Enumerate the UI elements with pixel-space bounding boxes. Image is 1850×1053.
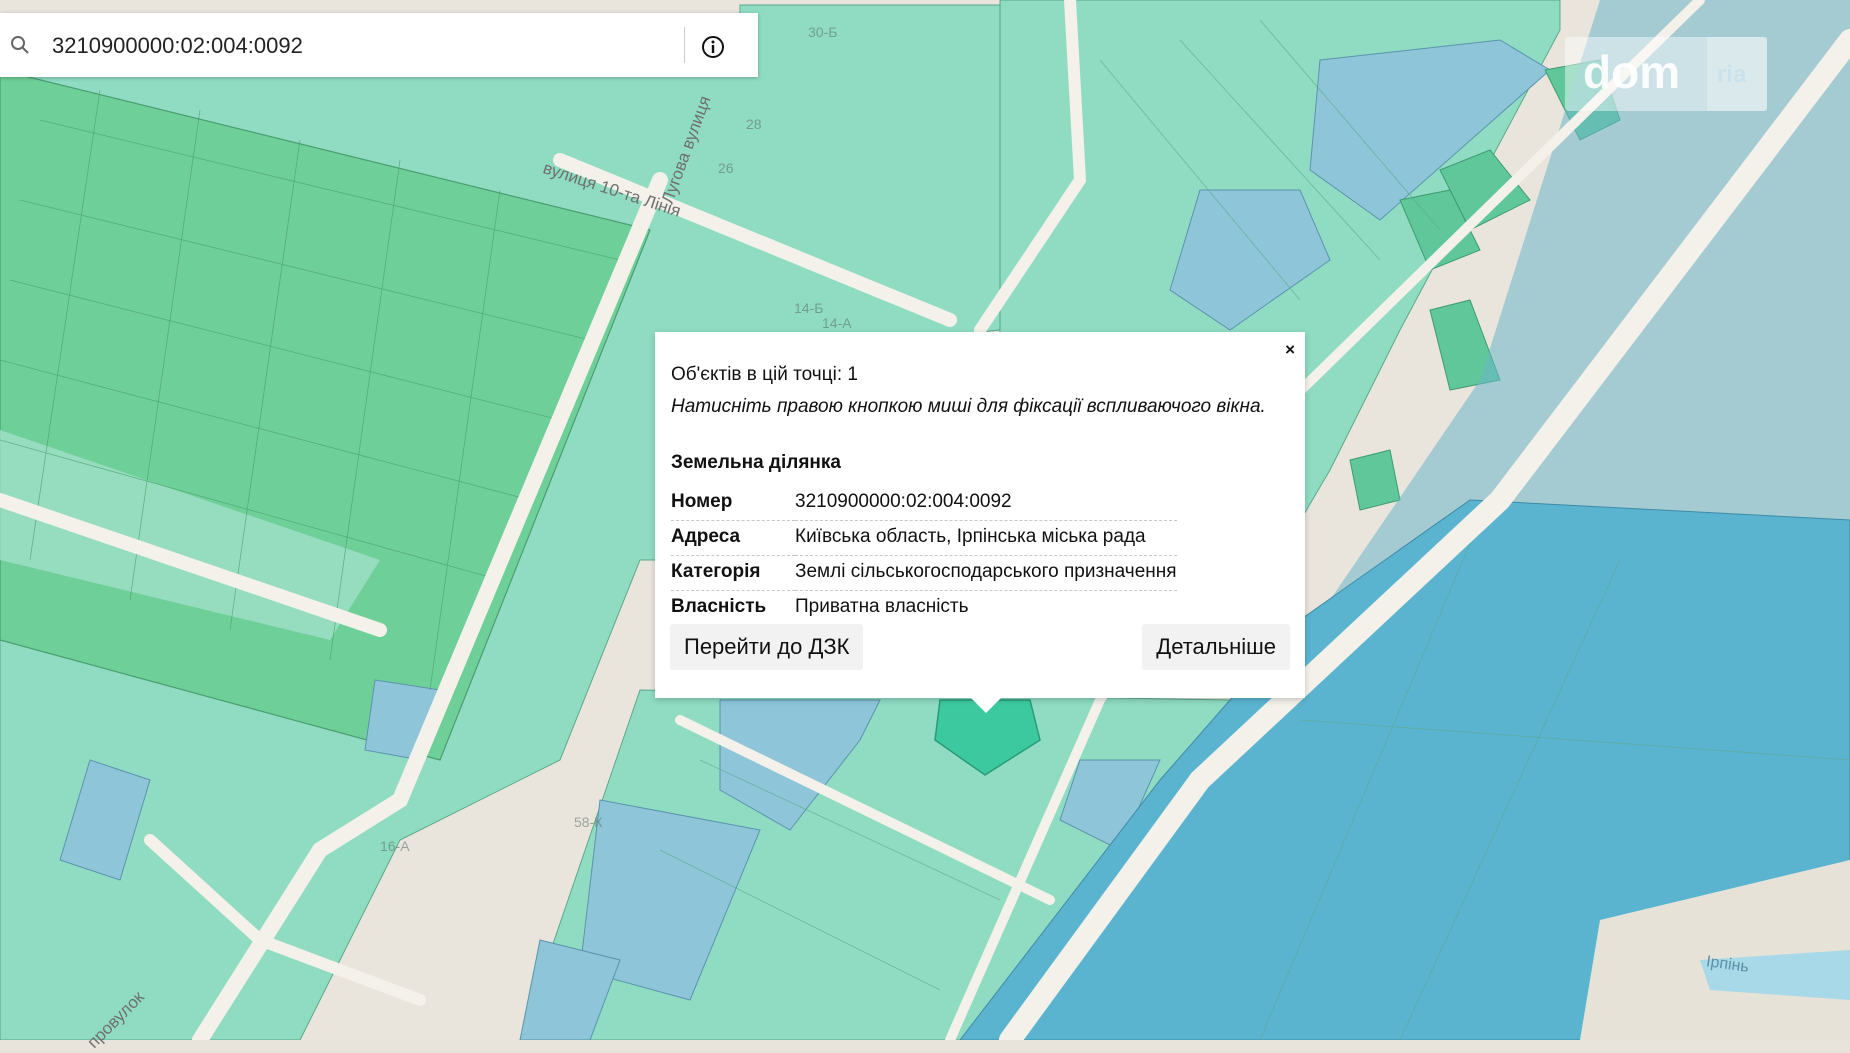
section-title: Земельна ділянка xyxy=(671,452,841,473)
go-to-dzk-button[interactable]: Перейти до ДЗК xyxy=(670,624,864,670)
row-value: Київська область, Ірпінська міська рада xyxy=(795,520,1177,556)
table-row: Адреса Київська область, Ірпінська міськ… xyxy=(671,520,1177,556)
house-number: 16-А xyxy=(380,838,410,854)
parcel-popup: × Об'єктів в цій точці: 1 Натисніть прав… xyxy=(655,332,1305,698)
logo-dom-text: dom xyxy=(1583,46,1681,98)
house-number: 58-К xyxy=(574,814,603,830)
objects-count: Об'єктів в цій точці: 1 xyxy=(671,364,858,385)
house-number: 28 xyxy=(746,116,762,132)
house-number: 26 xyxy=(718,160,734,176)
row-key: Власність xyxy=(671,596,767,617)
parcel-info-table: Номер 3210900000:02:004:0092 Адреса Київ… xyxy=(671,486,1177,625)
table-row: Номер 3210900000:02:004:0092 xyxy=(671,486,1177,521)
search-bar xyxy=(0,13,758,77)
house-number: 14-А xyxy=(822,315,852,331)
logo-ria-block: ria xyxy=(1707,37,1767,111)
details-button[interactable]: Детальніше xyxy=(1142,624,1290,670)
row-value: Приватна власність xyxy=(795,596,969,617)
search-icon[interactable] xyxy=(10,35,30,55)
dom-ria-logo[interactable]: dom ria xyxy=(1565,37,1767,111)
search-input[interactable] xyxy=(50,27,654,65)
row-key: Номер xyxy=(671,486,795,521)
house-number: 30-Б xyxy=(808,24,838,40)
table-row: Категорія Землі сільськогосподарського п… xyxy=(671,555,1177,591)
row-key: Адреса xyxy=(671,520,795,556)
popup-hint: Натисніть правою кнопкою миші для фіксац… xyxy=(671,396,1266,417)
table-row: Власність Приватна власність xyxy=(671,591,1177,626)
info-circle-icon[interactable] xyxy=(701,35,725,59)
row-value: Землі сільськогосподарського призначення xyxy=(795,555,1177,591)
row-key: Категорія xyxy=(671,555,795,591)
logo-ria-text: ria xyxy=(1717,61,1747,88)
popup-pointer xyxy=(970,697,1002,713)
close-icon[interactable]: × xyxy=(1285,340,1295,360)
search-divider xyxy=(684,27,685,63)
house-number: 14-Б xyxy=(794,300,824,316)
row-value: 3210900000:02:004:0092 xyxy=(795,486,1177,521)
